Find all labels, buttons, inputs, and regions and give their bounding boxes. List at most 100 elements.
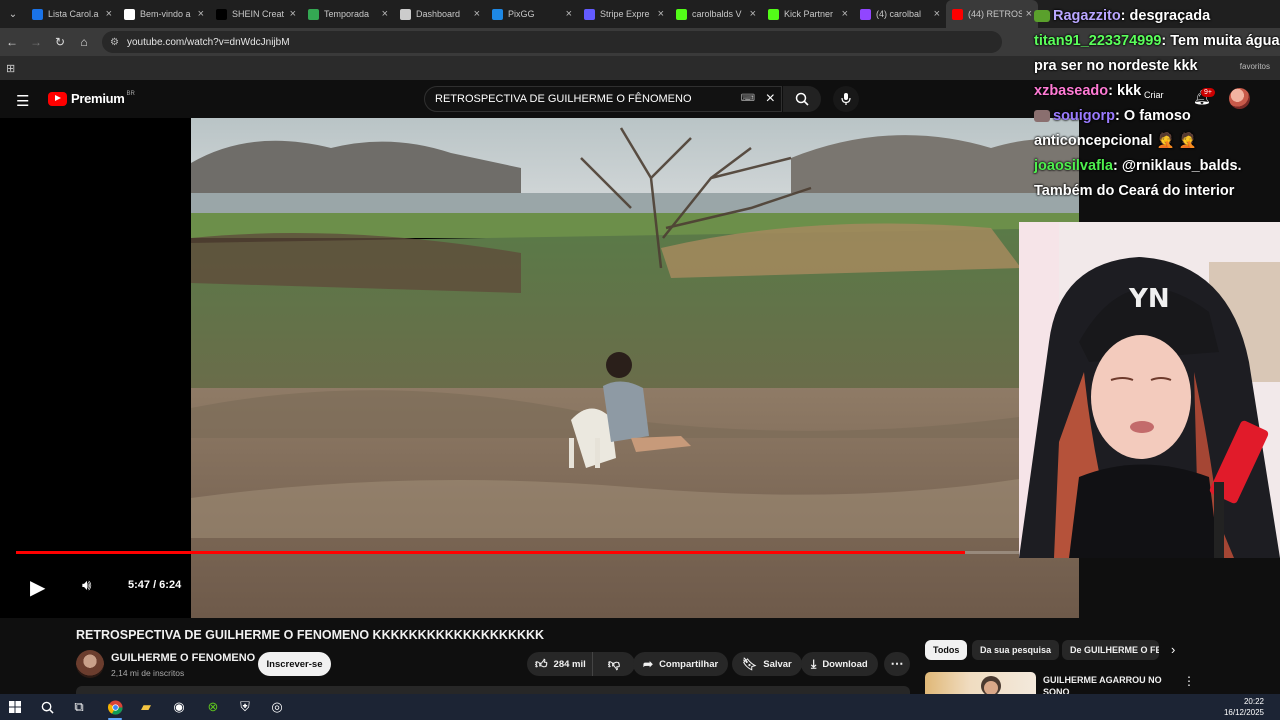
keyboard-icon[interactable]: ⌨ bbox=[741, 93, 755, 104]
tab-label: (4) carolbal bbox=[876, 9, 922, 19]
taskbar-search-icon[interactable] bbox=[38, 698, 56, 716]
webcam-overlay: YN bbox=[1019, 222, 1280, 558]
chat-username: souigorp bbox=[1053, 108, 1116, 124]
tab-favicon-icon bbox=[492, 8, 503, 20]
back-icon[interactable]: ← bbox=[0, 35, 24, 49]
chip-from-search[interactable]: Da sua pesquisa bbox=[972, 640, 1060, 660]
tab-close-icon[interactable]: × bbox=[198, 8, 204, 20]
apps-grid-icon[interactable]: ⊞ bbox=[6, 62, 15, 75]
security-shield-icon[interactable]: ⛨ bbox=[236, 698, 254, 716]
clock-time: 20:22 bbox=[1243, 697, 1264, 706]
browser-tab[interactable]: PixGG × bbox=[486, 0, 578, 28]
windows-taskbar: ⧉ ▰ ◉ ⊗ ⛨ ◎ 20:22 16/12/2025 bbox=[0, 694, 1280, 720]
recommended-video-title[interactable]: GUILHERME AGARROU NO SONO KKKKKKKKKKKKKK… bbox=[1043, 674, 1173, 694]
obs-icon[interactable]: ◎ bbox=[268, 698, 286, 716]
browser-tab[interactable]: carolbalds V × bbox=[670, 0, 762, 28]
subscribe-button[interactable]: Inscrever-se bbox=[258, 652, 331, 676]
tab-favicon-icon bbox=[32, 8, 43, 20]
tab-favicon-icon bbox=[124, 8, 135, 20]
tab-label: Bem-vindo a bbox=[140, 9, 191, 19]
tab-label: SHEIN Creat bbox=[232, 9, 285, 19]
tab-favicon-icon bbox=[216, 8, 227, 20]
thumbs-down-icon: 👎︎ bbox=[607, 656, 621, 671]
voice-search-button[interactable] bbox=[833, 86, 859, 112]
chevron-right-icon[interactable]: › bbox=[1171, 642, 1175, 657]
search-input[interactable]: RETROSPECTIVA DE GUILHERME O FÊNOMENO ⌨ … bbox=[424, 86, 782, 112]
video-player[interactable]: ▶ 🔊︎ 5:47 / 6:24 ▤ ⚙ ▭ ⤢ bbox=[0, 118, 1079, 618]
chip-from-channel[interactable]: De GUILHERME O FE bbox=[1062, 640, 1159, 660]
tab-close-icon[interactable]: × bbox=[290, 8, 296, 20]
tab-label: Kick Partner bbox=[784, 9, 834, 19]
task-view-icon[interactable]: ⧉ bbox=[70, 698, 88, 716]
play-icon[interactable]: ▶ bbox=[30, 575, 45, 600]
tab-label: carolbalds V bbox=[692, 9, 742, 19]
chat-message: Ragazzito: desgraçada bbox=[1034, 4, 1280, 29]
browser-tab[interactable]: Lista Carol.a × bbox=[26, 0, 118, 28]
chip-all[interactable]: Todos bbox=[925, 640, 968, 660]
tab-favicon-icon bbox=[400, 8, 411, 20]
clear-search-icon[interactable]: × bbox=[766, 90, 775, 108]
video-frame[interactable] bbox=[191, 118, 1079, 618]
tab-close-icon[interactable]: × bbox=[566, 8, 572, 20]
youtube-logo[interactable]: Premium BR bbox=[48, 91, 135, 106]
recommended-thumbnail[interactable] bbox=[925, 672, 1036, 694]
file-explorer-icon[interactable]: ▰ bbox=[137, 698, 155, 716]
video-title: RETROSPECTIVA DE GUILHERME O FENOMENO KK… bbox=[76, 628, 545, 642]
description-box[interactable] bbox=[76, 686, 910, 694]
browser-tab[interactable]: (44) RETROS × bbox=[946, 0, 1038, 28]
share-label: Compartilhar bbox=[659, 658, 719, 670]
like-button[interactable]: 👍︎ 284 mil bbox=[527, 652, 593, 676]
url-text: youtube.com/watch?v=dnWdcJnijbM bbox=[126, 36, 290, 48]
download-button[interactable]: ⤓ Download bbox=[801, 652, 878, 676]
browser-tab[interactable]: SHEIN Creat × bbox=[210, 0, 302, 28]
recommended-more-icon[interactable]: ⋮ bbox=[1183, 674, 1195, 688]
browser-tab[interactable]: Dashboard × bbox=[394, 0, 486, 28]
menu-icon[interactable]: ☰ bbox=[16, 92, 29, 110]
tab-close-icon[interactable]: × bbox=[106, 8, 112, 20]
stream-chat-overlay: Ragazzito: desgraçada titan91_223374999: … bbox=[1034, 4, 1280, 204]
browser-tab[interactable]: Kick Partner × bbox=[762, 0, 854, 28]
dislike-button[interactable]: 👎︎ bbox=[593, 657, 635, 672]
search-icon bbox=[795, 92, 809, 106]
chrome-icon[interactable] bbox=[106, 698, 124, 716]
browser-tab[interactable]: Temporada × bbox=[302, 0, 394, 28]
screen: ⌄ Lista Carol.a × Bem-vindo a × SHEIN Creat ×… bbox=[0, 0, 1280, 720]
tab-close-icon[interactable]: × bbox=[1026, 8, 1032, 20]
microphone-icon bbox=[841, 93, 851, 105]
tab-close-icon[interactable]: × bbox=[382, 8, 388, 20]
reload-icon[interactable]: ↻ bbox=[48, 35, 72, 49]
youtube-brand: Premium bbox=[71, 91, 125, 106]
channel-avatar[interactable] bbox=[76, 650, 104, 678]
tab-close-icon[interactable]: × bbox=[750, 8, 756, 20]
windows-start-icon[interactable] bbox=[6, 698, 24, 716]
volume-icon[interactable]: 🔊︎ bbox=[82, 577, 91, 594]
browser-tab[interactable]: Bem-vindo a × bbox=[118, 0, 210, 28]
xbox-icon[interactable]: ⊗ bbox=[204, 698, 222, 716]
site-info-icon[interactable]: ⚙ bbox=[110, 37, 119, 48]
tab-favicon-icon bbox=[768, 8, 779, 20]
more-actions-icon[interactable]: ⋯ bbox=[884, 652, 910, 676]
home-icon[interactable]: ⌂ bbox=[72, 35, 96, 49]
save-button[interactable]: 🔖︎ Salvar bbox=[732, 652, 802, 676]
browser-tab[interactable]: (4) carolbal × bbox=[854, 0, 946, 28]
channel-name[interactable]: GUILHERME O FENOMENO bbox=[111, 652, 255, 664]
tab-close-icon[interactable]: × bbox=[474, 8, 480, 20]
chat-username: xzbaseado bbox=[1034, 83, 1109, 99]
like-count: 284 mil bbox=[553, 658, 586, 670]
tab-close-icon[interactable]: × bbox=[658, 8, 664, 20]
url-bar[interactable]: ⚙ youtube.com/watch?v=dnWdcJnijbM bbox=[102, 31, 1002, 53]
share-icon: ➦ bbox=[643, 657, 654, 671]
browser-tab[interactable]: Stripe Expre × bbox=[578, 0, 670, 28]
discord-icon[interactable]: ◉ bbox=[170, 698, 188, 716]
system-clock[interactable]: 20:22 16/12/2025 bbox=[1224, 696, 1264, 718]
chat-username: Ragazzito bbox=[1053, 8, 1121, 24]
forward-icon[interactable]: → bbox=[24, 35, 48, 49]
share-button[interactable]: ➦ Compartilhar bbox=[633, 652, 729, 676]
search-button[interactable] bbox=[783, 86, 821, 112]
save-label: Salvar bbox=[763, 658, 792, 670]
tab-search-chevron-icon[interactable]: ⌄ bbox=[0, 0, 26, 28]
subscriber-count: 2,14 mi de inscritos bbox=[111, 668, 185, 678]
progress-bar[interactable] bbox=[16, 551, 1063, 554]
tab-close-icon[interactable]: × bbox=[842, 8, 848, 20]
tab-close-icon[interactable]: × bbox=[934, 8, 940, 20]
